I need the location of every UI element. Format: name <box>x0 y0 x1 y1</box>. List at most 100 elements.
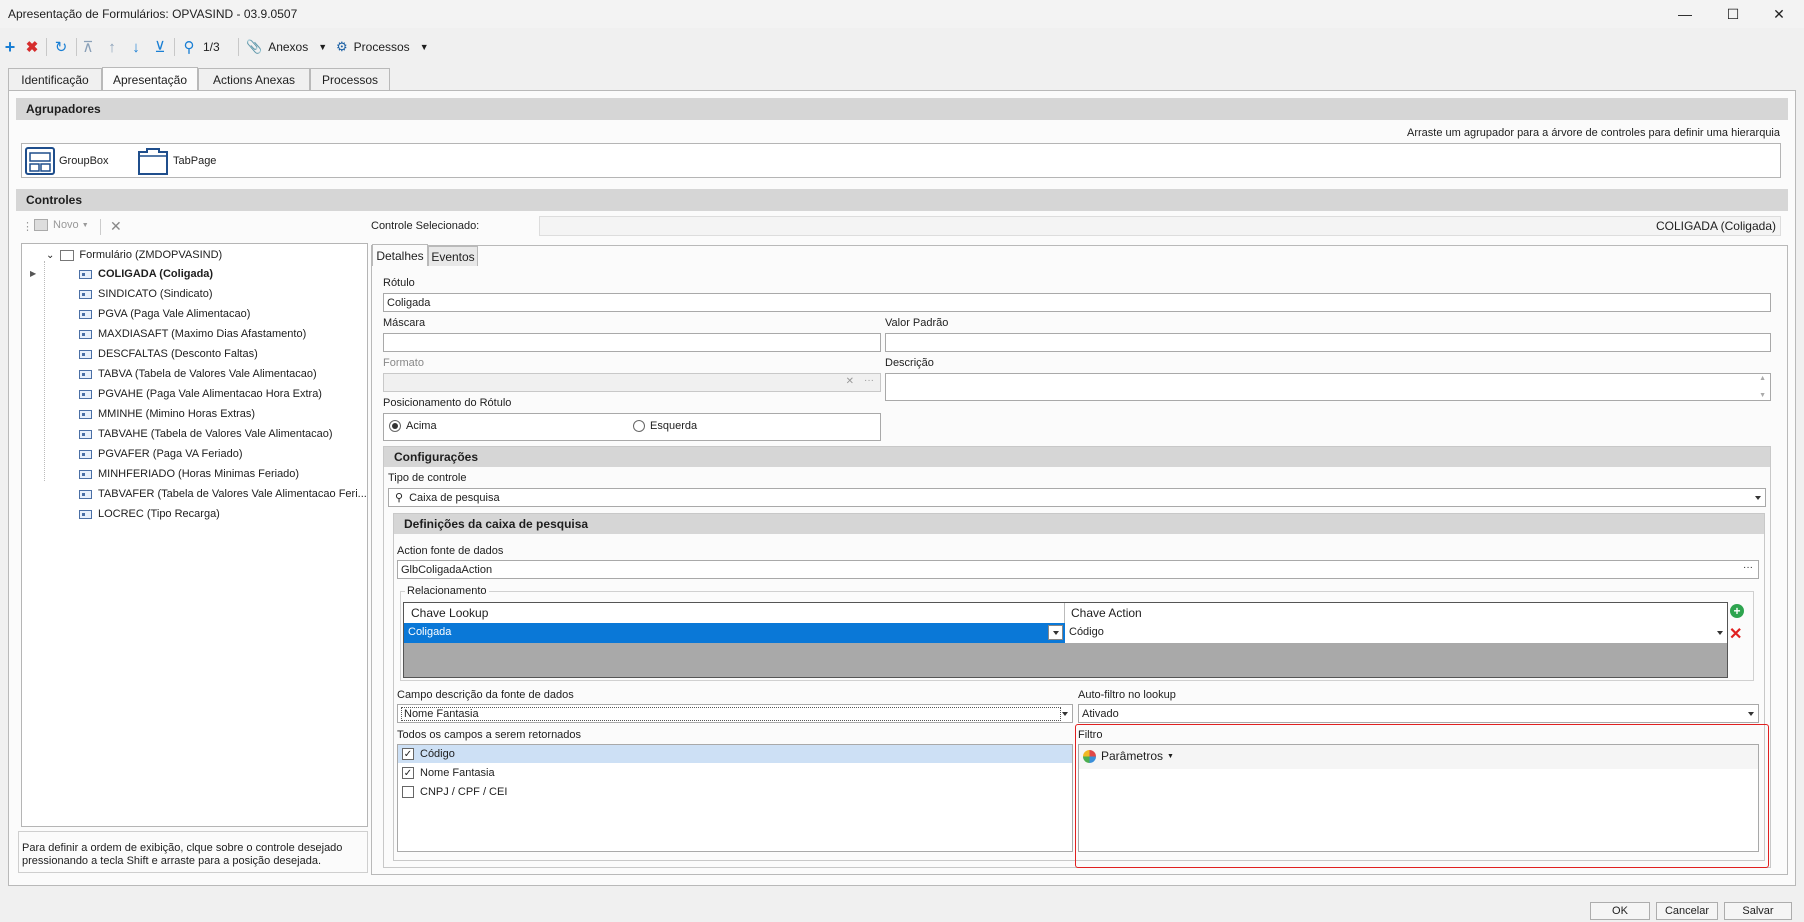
tab-apresentacao[interactable]: Apresentação <box>102 67 198 91</box>
chevron-down-icon: ▼ <box>81 221 89 229</box>
auto-filtro-label: Auto-filtro no lookup <box>1078 689 1176 701</box>
formato-label: Formato <box>383 357 424 369</box>
maximize-button[interactable]: ☐ <box>1710 0 1756 28</box>
radio-acima[interactable]: Acima <box>389 420 437 432</box>
delete-row-icon[interactable]: ✕ <box>1729 624 1742 644</box>
refresh-icon[interactable]: ↻ <box>52 36 70 58</box>
textfield-icon <box>79 289 92 299</box>
tree-item-label: TABVA (Tabela de Valores Vale Alimentaca… <box>98 368 317 380</box>
checkbox-nome-fantasia[interactable]: ✓ <box>402 767 414 779</box>
tree-item-label: DESCFALTAS (Desconto Faltas) <box>98 348 258 360</box>
agrupadores-list <box>21 143 1781 178</box>
tree-item[interactable]: TABVAHE (Tabela de Valores Vale Alimenta… <box>79 424 333 444</box>
save-button[interactable]: Salvar <box>1724 902 1792 920</box>
grid-cell-action[interactable]: Código <box>1065 623 1727 643</box>
chevron-down-icon <box>1717 631 1723 635</box>
checkbox-codigo[interactable]: ✓ <box>402 748 414 760</box>
remove-icon[interactable]: ✕ <box>110 218 122 235</box>
tree-item[interactable]: MMINHE (Mimino Horas Extras) <box>79 404 255 424</box>
textfield-icon <box>79 329 92 339</box>
gear-icon: ⚙ <box>336 39 348 54</box>
descricao-label: Descrição <box>885 357 934 369</box>
chevron-down-icon <box>1062 711 1068 716</box>
first-record-icon[interactable]: ⊼ <box>80 36 96 58</box>
search-icon: ⚲ <box>395 492 404 504</box>
textfield-icon <box>79 489 92 499</box>
scroll-up-icon[interactable]: ▲ <box>1759 375 1766 382</box>
checkbox-cnpj[interactable] <box>402 786 414 798</box>
descricao-textarea[interactable]: ▲ ▼ <box>885 373 1771 401</box>
tree-item[interactable]: PGVA (Paga Vale Alimentacao) <box>79 304 250 324</box>
tree-item[interactable]: TABVAFER (Tabela de Valores Vale Aliment… <box>79 484 367 504</box>
tab-processos[interactable]: Processos <box>310 68 390 90</box>
previous-record-icon[interactable]: ↑ <box>104 36 120 58</box>
valor-padrao-label: Valor Padrão <box>885 317 949 329</box>
tree-item[interactable]: SINDICATO (Sindicato) <box>79 284 213 304</box>
campo-item-cnpj[interactable]: CNPJ / CPF / CEI <box>398 783 507 801</box>
tree-item-label: LOCREC (Tipo Recarga) <box>98 508 220 520</box>
dropdown-button[interactable] <box>1048 625 1063 640</box>
groupbox-item[interactable]: GroupBox <box>25 146 109 176</box>
formato-input: ✕ ··· <box>383 373 881 392</box>
tab-eventos[interactable]: Eventos <box>428 246 478 266</box>
auto-filtro-select[interactable]: Ativado <box>1078 704 1759 723</box>
tree-help-text: Para definir a ordem de exibição, clque … <box>18 831 368 873</box>
textfield-icon <box>79 449 92 459</box>
grid-cell-lookup[interactable]: Coligada <box>404 623 1065 643</box>
tree-item[interactable]: MAXDIASAFT (Maximo Dias Afastamento) <box>79 324 306 344</box>
tree-item[interactable]: TABVA (Tabela de Valores Vale Alimentaca… <box>79 364 317 384</box>
tree-root[interactable]: ⌄ Formulário (ZMDOPVASIND) <box>46 245 222 265</box>
radio-esquerda[interactable]: Esquerda <box>633 420 697 432</box>
tipo-controle-select[interactable]: ⚲ Caixa de pesquisa <box>388 488 1766 507</box>
delete-icon[interactable]: ✖ <box>24 36 40 58</box>
tipo-controle-label: Tipo de controle <box>388 472 467 484</box>
last-record-icon[interactable]: ⊻ <box>152 36 168 58</box>
tree-item[interactable]: PGVAHE (Paga Vale Alimentacao Hora Extra… <box>79 384 322 404</box>
campo-item-codigo[interactable]: ✓ Código <box>398 745 1072 763</box>
textfield-icon <box>79 349 92 359</box>
tab-identificacao[interactable]: Identificação <box>8 68 102 90</box>
tree-item-label: PGVAHE (Paga Vale Alimentacao Hora Extra… <box>98 388 322 400</box>
tree-item[interactable]: COLIGADA (Coligada) <box>79 264 213 284</box>
action-fonte-input[interactable]: GlbColigadaAction ··· <box>397 560 1759 579</box>
tree-item[interactable]: DESCFALTAS (Desconto Faltas) <box>79 344 258 364</box>
ellipsis-icon[interactable]: ··· <box>1743 562 1753 573</box>
posicionamento-group <box>383 413 881 441</box>
processos-menu[interactable]: ⚙ Processos ▼ <box>336 36 429 58</box>
tree-item-label: MAXDIASAFT (Maximo Dias Afastamento) <box>98 328 307 340</box>
relacionamento-label: Relacionamento <box>405 585 489 597</box>
chevron-down-icon: ▼ <box>318 42 328 52</box>
toolbar: + ✖ ↻ ⊼ ↑ ↓ ⊻ ⚲ 1/3 📎 Anexos ▼ ⚙ Process… <box>0 32 1804 60</box>
selected-control-value: COLIGADA (Coligada) <box>539 216 1781 236</box>
textfield-icon <box>79 469 92 479</box>
search-icon[interactable]: ⚲ <box>180 36 198 58</box>
tab-actions-anexas[interactable]: Actions Anexas <box>198 68 310 90</box>
rotulo-input[interactable]: Coligada <box>383 293 1771 312</box>
filtro-label: Filtro <box>1078 729 1103 741</box>
add-icon[interactable]: + <box>2 36 18 58</box>
tab-detalhes[interactable]: Detalhes <box>372 244 428 266</box>
close-window-button[interactable]: ✕ <box>1756 0 1802 28</box>
ellipsis-icon: ··· <box>864 375 874 386</box>
add-row-icon[interactable]: + <box>1730 604 1744 618</box>
chevron-down-icon: ▼ <box>1167 752 1174 760</box>
novo-button[interactable]: Novo ▼ <box>34 219 89 231</box>
campo-descricao-select[interactable]: Nome Fantasia <box>397 704 1073 723</box>
tree-item[interactable]: MINHFERIADO (Horas Minimas Feriado) <box>79 464 299 484</box>
cancel-button[interactable]: Cancelar <box>1656 902 1718 920</box>
scroll-down-icon[interactable]: ▼ <box>1759 392 1766 399</box>
textfield-icon <box>79 269 92 279</box>
valor-padrao-input[interactable] <box>885 333 1771 352</box>
campo-item-nome-fantasia[interactable]: ✓ Nome Fantasia <box>398 764 495 782</box>
tree-item[interactable]: PGVAFER (Paga VA Feriado) <box>79 444 242 464</box>
parametros-button[interactable]: Parâmetros ▼ <box>1083 749 1174 763</box>
next-record-icon[interactable]: ↓ <box>128 36 144 58</box>
tree-item[interactable]: LOCREC (Tipo Recarga) <box>79 504 220 524</box>
anexos-menu[interactable]: 📎 Anexos ▼ <box>246 36 327 58</box>
ok-button[interactable]: OK <box>1590 902 1650 920</box>
tree-item-label: COLIGADA (Coligada) <box>98 268 214 280</box>
mascara-input[interactable] <box>383 333 881 352</box>
minimize-button[interactable]: — <box>1662 0 1708 28</box>
tabpage-item[interactable]: TabPage <box>137 146 216 176</box>
expand-arrow-icon[interactable]: ▶ <box>30 269 36 278</box>
